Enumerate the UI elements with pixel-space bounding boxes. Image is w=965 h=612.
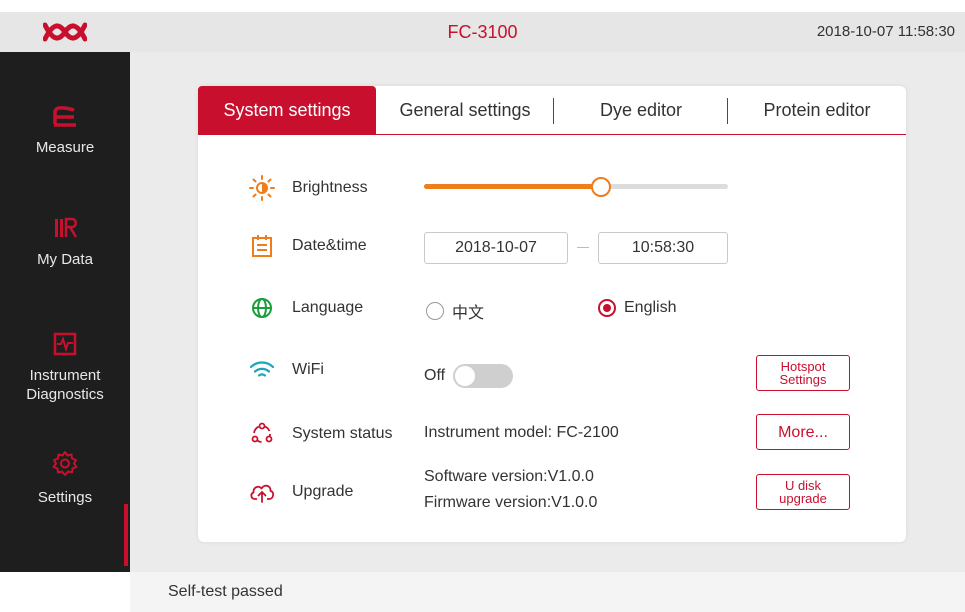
datetime-label: Date&time [292, 237, 367, 254]
tab-general-settings[interactable]: General settings [376, 86, 554, 134]
language-row: Language [248, 294, 363, 322]
upgrade-label: Upgrade [292, 483, 354, 500]
tab-system-settings[interactable]: System settings [198, 86, 376, 134]
tab-dye-editor[interactable]: Dye editor [554, 86, 728, 134]
status-bar: Self-test passed [130, 572, 965, 612]
sidebar-item-label: Measure [35, 139, 95, 156]
tab-bar: System settings General settings Dye edi… [198, 86, 906, 135]
top-bar: FC-3100 2018-10-07 11:58:30 [0, 12, 965, 52]
language-option-chinese[interactable]: 中文 [426, 299, 484, 323]
tab-protein-editor[interactable]: Protein editor [728, 86, 906, 134]
active-indicator [124, 504, 128, 566]
hotspot-settings-button[interactable]: Hotspot Settings [756, 355, 850, 391]
sidebar: Measure My Data Instrument Diagnostics S… [0, 52, 130, 572]
sidebar-item-diagnostics[interactable]: Instrument Diagnostics [0, 332, 130, 404]
sidebar-item-measure[interactable]: Measure [0, 104, 130, 157]
language-option-english[interactable]: English [598, 299, 676, 317]
more-button[interactable]: More... [756, 414, 850, 450]
radio-circle [426, 302, 444, 320]
brightness-row: Brightness [248, 174, 368, 202]
slider-knob[interactable] [591, 177, 612, 197]
system-status-label: System status [292, 425, 393, 442]
date-field[interactable] [424, 232, 568, 264]
brightness-icon [248, 174, 276, 202]
wifi-label: WiFi [292, 361, 324, 378]
wifi-toggle[interactable] [453, 364, 514, 388]
wifi-icon [248, 356, 276, 384]
instrument-model: Instrument model: FC-2100 [424, 424, 619, 441]
system-status-row: System status [248, 420, 392, 448]
datetime-row: Date&time [248, 232, 367, 260]
main-area: System settings General settings Dye edi… [130, 52, 965, 572]
firmware-version: Firmware version:V1.0.0 [424, 494, 598, 511]
my-data-icon [52, 216, 78, 244]
wifi-toggle-group: Off [424, 364, 514, 388]
date-time-separator [577, 247, 589, 248]
slider-fill [424, 184, 601, 189]
clock: 2018-10-07 11:58:30 [816, 23, 955, 40]
toggle-thumb [455, 366, 476, 386]
radio-circle-selected [598, 299, 616, 317]
u-disk-upgrade-button[interactable]: U disk upgrade [756, 474, 850, 510]
sidebar-item-label: Instrument Diagnostics [26, 367, 104, 403]
calendar-icon [248, 232, 276, 260]
settings-panel: System settings General settings Dye edi… [198, 86, 906, 542]
status-text: Self-test passed [168, 583, 283, 600]
sidebar-item-settings[interactable]: Settings [0, 450, 130, 507]
diagnostics-icon [52, 332, 78, 360]
measure-icon [52, 104, 78, 132]
brightness-label: Brightness [292, 179, 368, 196]
cloud-upload-icon [248, 478, 276, 506]
sidebar-item-label: Settings [37, 489, 93, 506]
wifi-row: WiFi [248, 356, 324, 384]
settings-icon [51, 450, 79, 482]
system-status-icon [248, 420, 276, 448]
software-version: Software version:V1.0.0 [424, 468, 594, 485]
language-label: Language [292, 299, 364, 316]
wifi-state-label: Off [424, 367, 446, 384]
globe-icon [248, 294, 276, 322]
time-field[interactable] [598, 232, 728, 264]
sidebar-item-label: My Data [37, 251, 93, 268]
upgrade-row: Upgrade [248, 478, 353, 506]
sidebar-item-my-data[interactable]: My Data [0, 216, 130, 269]
brightness-slider[interactable] [424, 177, 728, 197]
